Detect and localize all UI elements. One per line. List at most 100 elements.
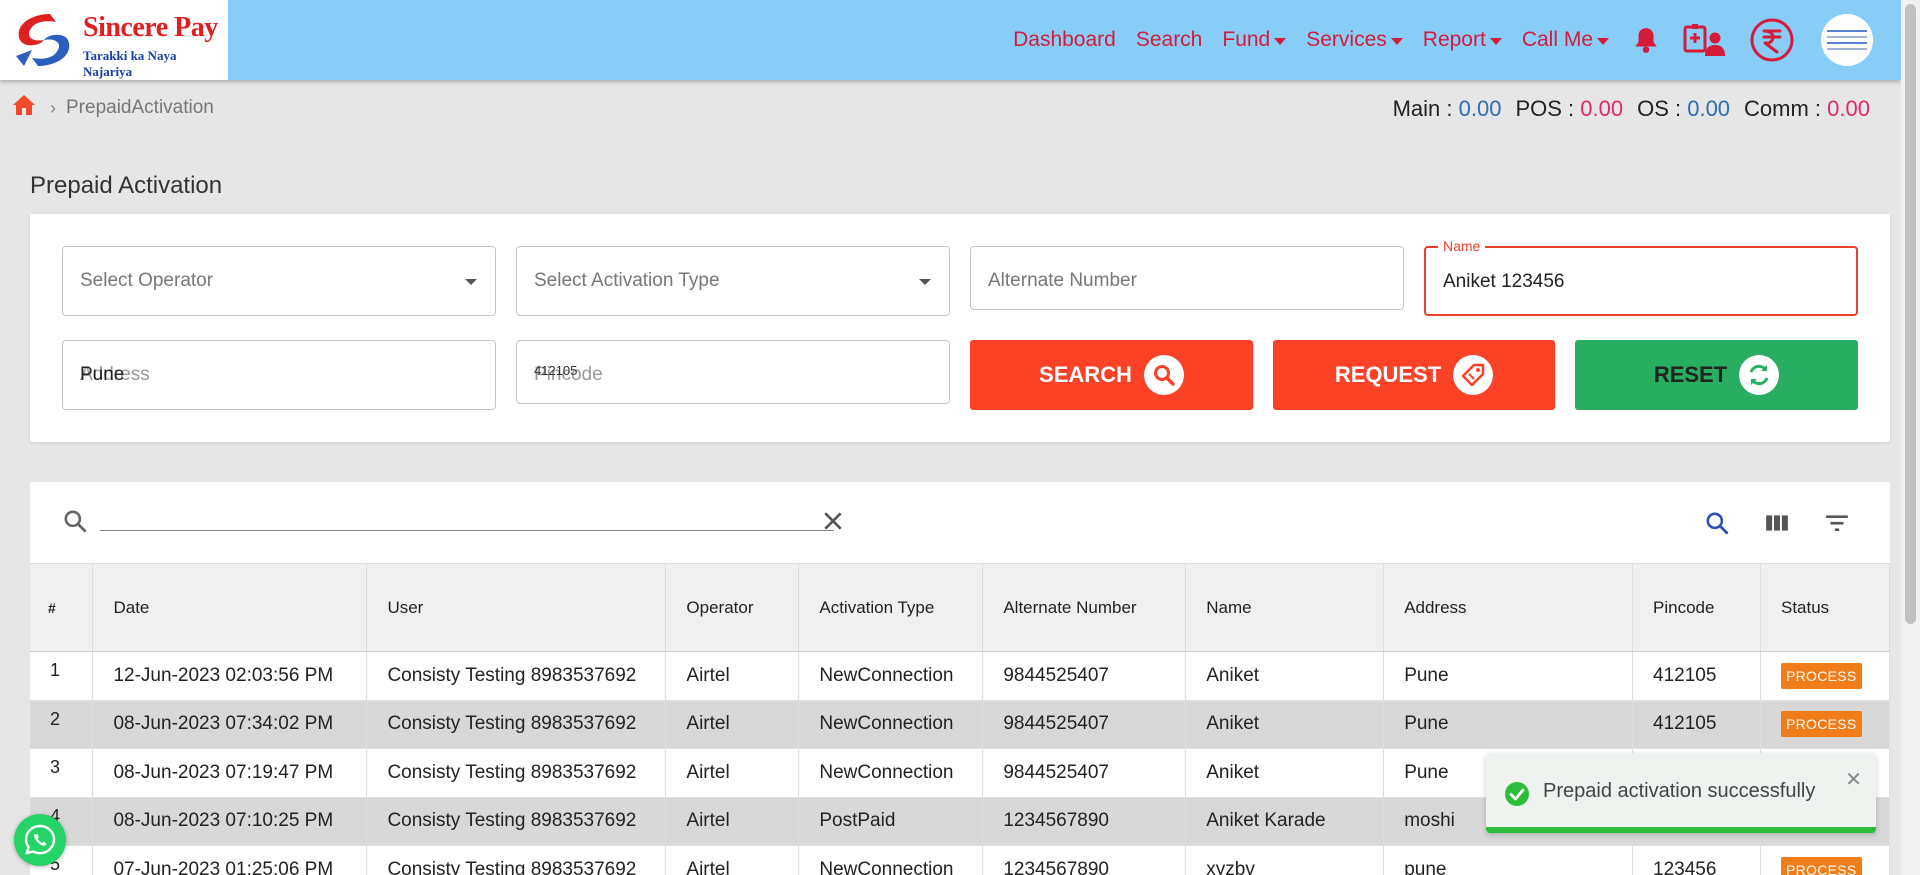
- table-row: 5 07-Jun-2023 01:25:06 PM Consisty Testi…: [30, 845, 1890, 875]
- cell-date: 12-Jun-2023 02:03:56 PM: [92, 651, 368, 701]
- balance-main-label: Main :: [1392, 96, 1453, 121]
- operator-placeholder: Select Operator: [80, 270, 214, 291]
- address-field-value: Pune: [80, 364, 125, 385]
- breadcrumb: › PrepaidActivation: [12, 94, 214, 122]
- balance-os-value: 0.00: [1687, 96, 1731, 121]
- table-search-input[interactable]: [100, 530, 834, 531]
- column-header-address[interactable]: Address: [1383, 563, 1634, 652]
- cell-operator: Airtel: [665, 845, 800, 875]
- column-header-index[interactable]: #: [30, 563, 94, 652]
- tag-icon: [1453, 355, 1494, 395]
- balance-comm-label: Comm :: [1744, 96, 1822, 121]
- whatsapp-chat-button[interactable]: [14, 814, 66, 866]
- cell-pincode: 412105: [1632, 651, 1761, 701]
- nav-dashboard-label: Dashboard: [1013, 28, 1116, 51]
- cell-date: 07-Jun-2023 01:25:06 PM: [92, 845, 368, 875]
- column-header-pincode[interactable]: Pincode: [1632, 563, 1761, 652]
- brand-name: Sincere Pay: [83, 12, 218, 43]
- balance-pos-value: 0.00: [1580, 96, 1624, 121]
- reset-button[interactable]: RESET: [1575, 340, 1858, 410]
- activation-type-placeholder: Select Activation Type: [534, 270, 720, 291]
- close-icon[interactable]: ✕: [1845, 767, 1862, 792]
- nav-call-me[interactable]: Call Me: [1522, 28, 1609, 52]
- search-icon: [62, 508, 88, 539]
- cell-alternate-number: 1234567890: [982, 797, 1187, 846]
- nav-report[interactable]: Report: [1423, 28, 1502, 52]
- cell-name: xyzbv: [1185, 845, 1385, 875]
- cell-address: pune: [1383, 845, 1634, 875]
- nav-fund[interactable]: Fund: [1222, 28, 1287, 52]
- view-columns-icon[interactable]: [1764, 510, 1790, 536]
- name-field[interactable]: Name Aniket 123456: [1424, 238, 1858, 316]
- pincode-field-value: 412105: [534, 363, 578, 378]
- cell-name: Aniket: [1185, 748, 1385, 798]
- success-toast: Prepaid activation successfully ✕: [1486, 753, 1876, 833]
- page-title: Prepaid Activation: [30, 172, 223, 199]
- balance-comm-value: 0.00: [1827, 96, 1870, 121]
- cell-operator: Airtel: [665, 748, 800, 798]
- brand-logo[interactable]: Sincere Pay Tarakki ka Naya Najariya: [0, 0, 228, 80]
- pincode-field[interactable]: Pincode 412105: [516, 340, 950, 404]
- filter-list-icon[interactable]: [1824, 510, 1850, 536]
- breadcrumb-current: PrepaidActivation: [66, 97, 214, 118]
- search-button[interactable]: SEARCH: [970, 340, 1253, 410]
- request-button[interactable]: REQUEST: [1273, 340, 1555, 410]
- nav-services[interactable]: Services: [1306, 28, 1403, 52]
- cell-alternate-number: 9844525407: [982, 651, 1187, 701]
- address-field[interactable]: Address Pune: [62, 340, 496, 410]
- status-badge: PROCESS: [1780, 711, 1862, 738]
- home-icon[interactable]: [12, 94, 36, 122]
- column-header-name[interactable]: Name: [1185, 563, 1385, 652]
- cell-operator: Airtel: [665, 797, 800, 846]
- activation-type-select[interactable]: Select Activation Type: [516, 246, 950, 316]
- support-user-icon[interactable]: [1683, 23, 1725, 57]
- page-scrollbar[interactable]: [1901, 0, 1920, 875]
- balance-os-label: OS :: [1637, 96, 1682, 121]
- check-circle-icon: [1504, 781, 1530, 812]
- avatar[interactable]: [1821, 14, 1873, 66]
- nav-dashboard[interactable]: Dashboard: [1013, 28, 1116, 52]
- cell-operator: Airtel: [665, 700, 800, 749]
- balance-pos-label: POS :: [1515, 96, 1575, 121]
- column-header-operator[interactable]: Operator: [665, 563, 800, 652]
- nav-services-label: Services: [1306, 28, 1387, 51]
- cell-activation-type: NewConnection: [798, 651, 984, 701]
- nav-search-label: Search: [1135, 28, 1203, 51]
- status-badge: PROCESS: [1780, 856, 1862, 875]
- chevron-down-icon: [1489, 37, 1502, 45]
- column-header-activation-type[interactable]: Activation Type: [798, 563, 984, 652]
- wallet-balances: Main : 0.00 POS : 0.00 OS : 0.00 Comm : …: [1379, 96, 1870, 122]
- whatsapp-icon: [24, 824, 56, 855]
- cell-address: Pune: [1383, 651, 1634, 701]
- cell-date: 08-Jun-2023 07:19:47 PM: [92, 748, 368, 798]
- cell-status: PROCESS: [1760, 700, 1890, 749]
- cell-name: Aniket: [1185, 700, 1385, 749]
- column-header-alternate-number[interactable]: Alternate Number: [982, 563, 1187, 652]
- scrollbar-thumb[interactable]: [1905, 4, 1916, 624]
- main-nav: Dashboard Search Fund Services Report Ca…: [993, 0, 1901, 80]
- search-icon[interactable]: [1704, 510, 1730, 536]
- column-header-status[interactable]: Status: [1760, 563, 1890, 652]
- cell-user: Consisty Testing 8983537692: [366, 845, 667, 875]
- request-button-label: REQUEST: [1334, 362, 1442, 387]
- nav-report-label: Report: [1422, 28, 1486, 51]
- nav-search[interactable]: Search: [1136, 28, 1203, 52]
- search-button-label: SEARCH: [1039, 362, 1132, 387]
- operator-select[interactable]: Select Operator: [62, 246, 496, 316]
- balance-pos: POS : 0.00: [1515, 96, 1623, 122]
- toast-message: Prepaid activation successfully: [1543, 780, 1816, 802]
- column-header-date[interactable]: Date: [92, 563, 368, 652]
- column-header-user[interactable]: User: [366, 563, 667, 652]
- cell-status: PROCESS: [1760, 651, 1890, 701]
- refresh-icon: [1739, 355, 1780, 395]
- balance-os: OS : 0.00: [1637, 96, 1730, 122]
- cell-pincode: 412105: [1632, 700, 1761, 749]
- cell-activation-type: NewConnection: [798, 700, 984, 749]
- alternate-number-field[interactable]: Alternate Number: [970, 246, 1404, 310]
- cell-user: Consisty Testing 8983537692: [366, 700, 667, 749]
- close-icon[interactable]: [822, 510, 844, 537]
- bell-icon[interactable]: [1633, 26, 1659, 54]
- rupee-wallet-icon[interactable]: [1749, 17, 1795, 63]
- cell-name: Aniket: [1185, 651, 1385, 701]
- cell-alternate-number: 9844525407: [982, 700, 1187, 749]
